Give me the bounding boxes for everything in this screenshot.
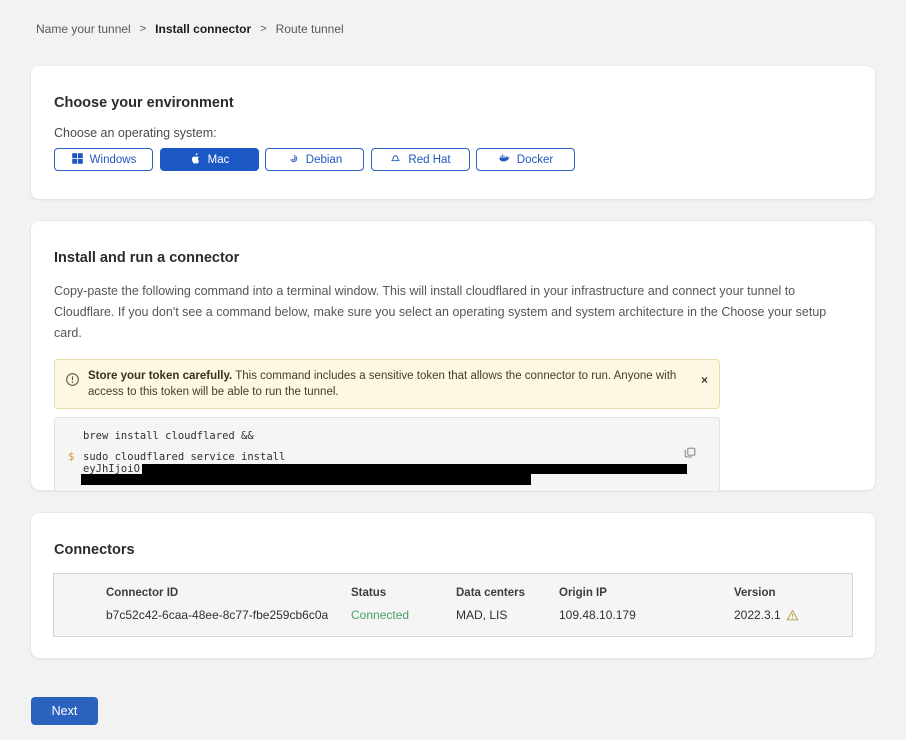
os-button-label: Debian	[306, 154, 342, 166]
install-connector-description: Copy-paste the following command into a …	[54, 281, 852, 344]
code-line-token: eyJhIjoiO	[83, 463, 719, 474]
docker-icon	[498, 152, 511, 168]
os-button-redhat[interactable]: Red Hat	[371, 148, 470, 171]
breadcrumb: Name your tunnel > Install connector > R…	[36, 22, 344, 36]
connectors-title: Connectors	[31, 513, 875, 558]
windows-icon	[71, 152, 84, 168]
environment-card: Choose your environment Choose an operat…	[31, 66, 875, 199]
breadcrumb-install-connector[interactable]: Install connector	[155, 22, 251, 36]
cell-version: 2022.3.1	[734, 608, 799, 622]
shell-prompt: $	[68, 451, 74, 463]
redacted-token-bar-2	[81, 474, 531, 485]
header-status: Status	[351, 587, 456, 599]
header-origin-ip: Origin IP	[559, 587, 734, 599]
warning-message-bold: Store your token carefully.	[88, 370, 232, 382]
connectors-card: Connectors Connector ID Status Data cent…	[31, 513, 875, 658]
cell-origin-ip: 109.48.10.179	[559, 608, 734, 622]
next-button[interactable]: Next	[31, 697, 98, 725]
os-button-mac[interactable]: Mac	[160, 148, 259, 171]
token-prefix: eyJhIjoiO	[83, 463, 140, 475]
breadcrumb-name-your-tunnel[interactable]: Name your tunnel	[36, 22, 131, 36]
connectors-table: Connector ID Status Data centers Origin …	[53, 573, 853, 637]
install-command-codeblock: $ brew install cloudflared && sudo cloud…	[54, 417, 720, 492]
debian-icon	[287, 152, 300, 168]
cell-data-centers: MAD, LIS	[456, 608, 559, 622]
alert-circle-icon	[65, 372, 80, 392]
warning-close-icon[interactable]: ×	[701, 374, 708, 386]
redhat-icon	[389, 152, 402, 168]
os-button-windows[interactable]: Windows	[54, 148, 153, 171]
header-version: Version	[734, 587, 776, 599]
version-warning-icon	[786, 609, 799, 621]
os-button-label: Mac	[208, 154, 230, 166]
os-button-label: Red Hat	[408, 154, 450, 166]
install-connector-card: Install and run a connector Copy-paste t…	[31, 221, 875, 490]
apple-icon	[189, 152, 202, 168]
version-value: 2022.3.1	[734, 608, 781, 622]
breadcrumb-separator: >	[260, 23, 266, 35]
copy-icon	[683, 448, 697, 463]
token-warning-banner: Store your token carefully. This command…	[54, 359, 720, 409]
code-line-brew-install: brew install cloudflared &&	[83, 430, 719, 442]
os-button-docker[interactable]: Docker	[476, 148, 575, 171]
install-connector-title: Install and run a connector	[31, 221, 875, 266]
os-button-group: Windows Mac Debian Red Hat Docker	[54, 148, 875, 171]
os-select-label: Choose an operating system:	[54, 126, 875, 140]
environment-card-title: Choose your environment	[31, 66, 875, 111]
table-row: b7c52c42-6caa-48ee-8c77-fbe259cb6c0a Con…	[106, 608, 852, 622]
header-data-centers: Data centers	[456, 587, 559, 599]
breadcrumb-separator: >	[140, 23, 146, 35]
header-connector-id: Connector ID	[106, 587, 351, 599]
redacted-token-bar-1	[142, 464, 687, 474]
os-button-label: Docker	[517, 154, 553, 166]
warning-message: Store your token carefully. This command…	[88, 368, 689, 400]
copy-command-button[interactable]	[683, 446, 697, 463]
os-button-debian[interactable]: Debian	[265, 148, 364, 171]
cell-status: Connected	[351, 608, 456, 622]
cell-connector-id: b7c52c42-6caa-48ee-8c77-fbe259cb6c0a	[106, 608, 351, 622]
table-header-row: Connector ID Status Data centers Origin …	[106, 587, 852, 599]
breadcrumb-route-tunnel[interactable]: Route tunnel	[276, 22, 344, 36]
code-line-service-install: sudo cloudflared service install	[83, 451, 719, 463]
os-button-label: Windows	[90, 154, 137, 166]
